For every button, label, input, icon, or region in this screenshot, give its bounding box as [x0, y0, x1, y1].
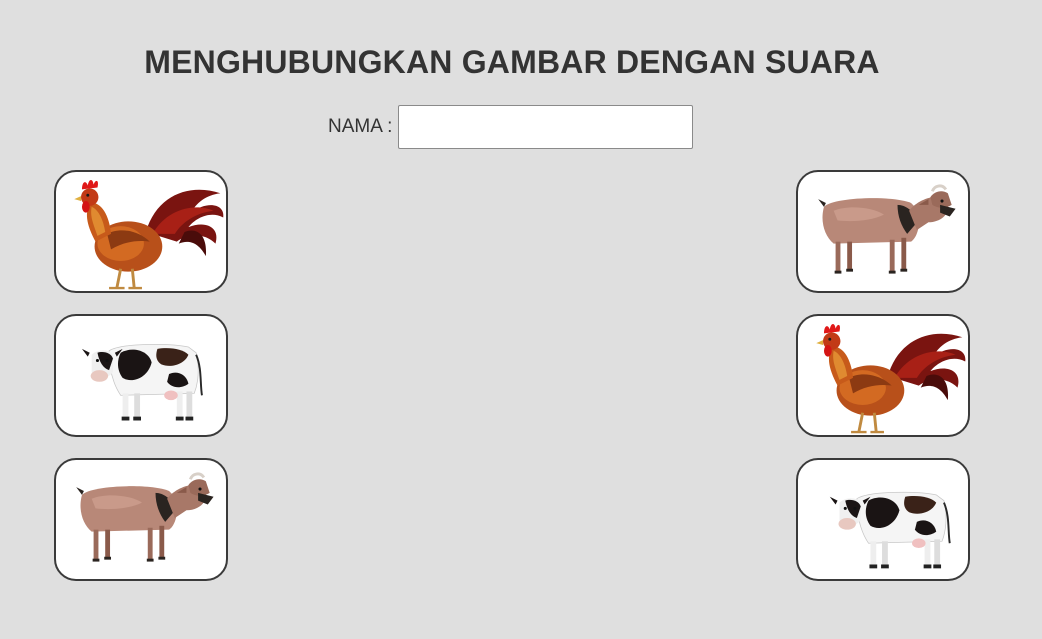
left-card-rooster[interactable]	[54, 170, 228, 293]
name-label: NAMA :	[328, 116, 393, 137]
rooster-image	[814, 322, 967, 434]
name-row: NAMA :	[328, 104, 694, 150]
cow-image	[828, 491, 951, 570]
right-card-rooster[interactable]	[796, 314, 970, 437]
goat-image	[816, 184, 958, 276]
right-card-cow[interactable]	[796, 458, 970, 581]
goat-image	[74, 472, 216, 564]
cow-image	[81, 343, 203, 422]
page: MENGHUBUNGKAN GAMBAR DENGAN SUARA NAMA :	[0, 0, 1042, 639]
name-input[interactable]	[398, 105, 694, 149]
left-card-cow[interactable]	[54, 314, 228, 437]
right-card-goat[interactable]	[796, 170, 970, 293]
rooster-image	[72, 178, 225, 290]
page-title: MENGHUBUNGKAN GAMBAR DENGAN SUARA	[144, 44, 880, 80]
left-card-goat[interactable]	[54, 458, 228, 581]
